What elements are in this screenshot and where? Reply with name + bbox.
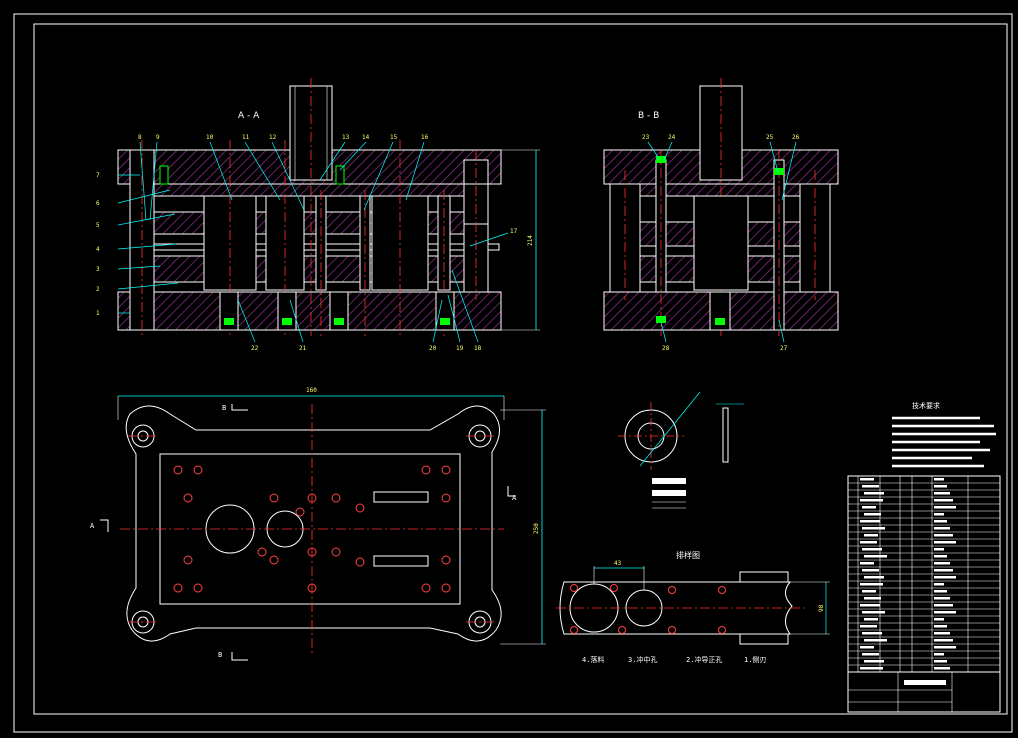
- section-aa-view: A - A 214: [117, 78, 540, 336]
- strip-layout: 排样图 43 98 4.落料 3.冲中孔 2.冲导正孔 1.侧刃: [556, 550, 830, 664]
- svg-text:6: 6: [96, 200, 100, 207]
- strip-step-3: 3.冲中孔: [628, 655, 657, 664]
- svg-text:1: 1: [96, 310, 100, 317]
- strip-step-2: 2.冲导正孔: [686, 655, 722, 664]
- strip-title: 排样图: [676, 550, 700, 560]
- svg-text:19: 19: [456, 345, 464, 352]
- svg-text:17: 17: [510, 228, 518, 235]
- inner-border: [33, 23, 1008, 715]
- view-marker-b-bottom: B: [218, 651, 222, 659]
- view-marker-a-left: A: [90, 522, 95, 530]
- svg-text:13: 13: [342, 134, 350, 141]
- strip-dim-width: 98: [818, 604, 825, 612]
- svg-text:18: 18: [474, 345, 482, 352]
- svg-text:25: 25: [766, 134, 774, 141]
- svg-text:9: 9: [156, 134, 160, 141]
- strip-step-4: 4.落料: [582, 655, 604, 664]
- dim-aa-height: 214: [527, 235, 534, 246]
- outer-border: [13, 13, 1013, 733]
- svg-text:2: 2: [96, 286, 100, 293]
- svg-text:28: 28: [662, 345, 670, 352]
- svg-text:23: 23: [642, 134, 650, 141]
- svg-text:7: 7: [96, 172, 100, 179]
- strip-dim-pitch: 43: [614, 560, 622, 567]
- svg-text:21: 21: [299, 345, 307, 352]
- svg-text:26: 26: [792, 134, 800, 141]
- svg-text:12: 12: [269, 134, 277, 141]
- svg-text:10: 10: [206, 134, 214, 141]
- technical-requirements: 技术要求: [892, 401, 996, 468]
- view-marker-a-right: A: [512, 494, 517, 502]
- svg-text:27: 27: [780, 345, 788, 352]
- svg-text:11: 11: [242, 134, 250, 141]
- view-marker-b-top: B: [222, 404, 226, 412]
- svg-text:16: 16: [421, 134, 429, 141]
- bill-of-materials: [847, 475, 1001, 713]
- svg-text:5: 5: [96, 222, 100, 229]
- svg-text:22: 22: [251, 345, 259, 352]
- svg-text:8: 8: [138, 134, 142, 141]
- dim-plan-height: 250: [533, 523, 540, 534]
- svg-text:20: 20: [429, 345, 437, 352]
- strip-step-1: 1.侧刃: [744, 655, 766, 664]
- svg-text:3: 3: [96, 266, 100, 273]
- section-bb-view: B - B 23 24 25 26 28 27: [603, 78, 839, 352]
- tech-title: 技术要求: [912, 401, 940, 410]
- section-aa-label: A - A: [238, 111, 260, 121]
- section-bb-label: B - B: [638, 111, 659, 121]
- svg-text:15: 15: [390, 134, 398, 141]
- svg-text:14: 14: [362, 134, 370, 141]
- mold-assembly-drawing: A - A 214 8 9 10 11 12 13 14 15 16 7 6 5…: [13, 13, 1013, 733]
- plan-view: 160 250 B B A A: [90, 387, 546, 661]
- svg-text:4: 4: [96, 246, 100, 253]
- svg-text:24: 24: [668, 134, 676, 141]
- washer-detail: [618, 391, 744, 509]
- dim-plan-width: 160: [306, 387, 317, 394]
